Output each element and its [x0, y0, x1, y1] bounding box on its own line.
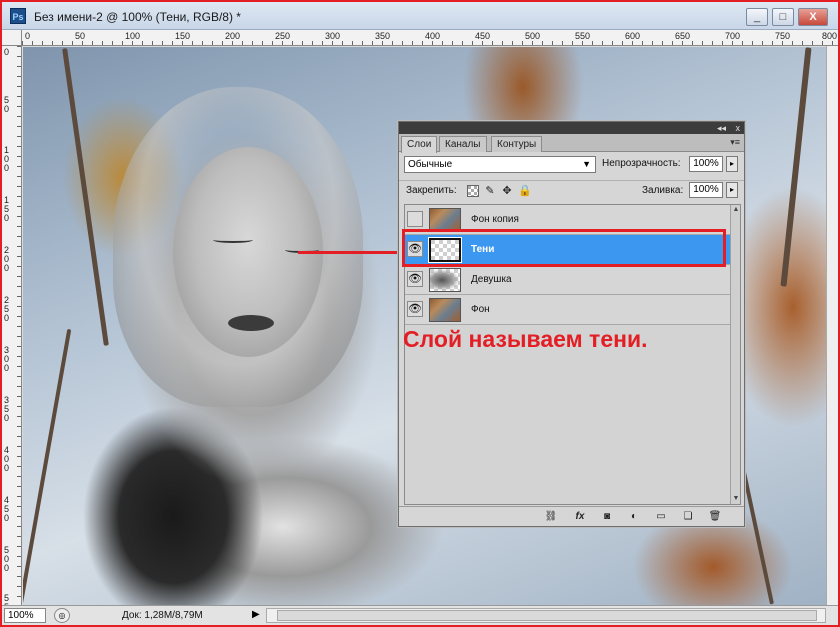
ruler-left-label: 350: [4, 395, 10, 423]
ruler-left-label: 50: [4, 95, 10, 114]
ruler-top[interactable]: 0 50 100 150 200 250 300 350 400 450 500…: [22, 30, 838, 46]
layer-name: Фон копия: [471, 214, 519, 225]
fx-icon[interactable]: fx: [571, 510, 589, 524]
blend-row: Обычные ▼ Непрозрачность: 100% ▸: [399, 154, 744, 176]
ruler-top-label: 550: [575, 31, 591, 41]
ruler-left-label: 150: [4, 195, 10, 223]
ruler-corner[interactable]: [2, 30, 22, 46]
ruler-top-label: 400: [425, 31, 441, 41]
layers-scrollbar[interactable]: ▲ ▼: [730, 205, 740, 504]
ruler-top-label: 250: [275, 31, 291, 41]
fill-slider-button[interactable]: ▸: [726, 182, 738, 198]
opacity-field[interactable]: 100%: [689, 156, 723, 172]
ruler-top-label: 800: [822, 31, 838, 41]
ruler-left-label: 450: [4, 495, 10, 523]
status-menu-arrow-icon[interactable]: ▶: [252, 609, 260, 620]
ruler-top-label: 450: [475, 31, 491, 41]
link-icon[interactable]: ⛓: [542, 510, 560, 524]
group-icon[interactable]: ▭: [652, 510, 670, 524]
scroll-down-icon[interactable]: ▼: [731, 494, 740, 504]
fill-field[interactable]: 100%: [689, 182, 723, 198]
collapse-icon[interactable]: ◂◂: [717, 122, 726, 134]
ruler-top-label: 100: [125, 31, 141, 41]
eye-image: [213, 237, 253, 243]
layer-thumbnail: [429, 268, 461, 292]
layer-name: Фон: [471, 304, 490, 315]
opacity-label: Непрозрачность:: [602, 158, 681, 169]
close-panel-icon[interactable]: x: [736, 122, 741, 134]
ruler-top-label: 200: [225, 31, 241, 41]
minimize-button[interactable]: _: [746, 8, 768, 26]
ruler-top-label: 50: [75, 31, 86, 41]
annotation-line: [298, 251, 406, 254]
new-layer-icon[interactable]: ❏: [679, 510, 697, 524]
ruler-left-label: 400: [4, 445, 10, 473]
zoom-field[interactable]: 100%: [4, 608, 46, 623]
panel-header[interactable]: ◂◂ x: [399, 122, 744, 134]
adjustment-icon[interactable]: ◐: [625, 510, 643, 524]
branch-image: [62, 48, 109, 346]
lock-transparency-icon[interactable]: [467, 185, 479, 197]
panel-footer: ⛓ fx ◙ ◐ ▭ ❏ 🗑: [399, 506, 744, 526]
layer-name: Девушка: [471, 274, 512, 285]
close-button[interactable]: X: [798, 8, 828, 26]
ruler-top-label: 300: [325, 31, 341, 41]
tab-paths[interactable]: Контуры: [491, 136, 543, 152]
ruler-left-label: 250: [4, 295, 10, 323]
scroll-thumb[interactable]: [277, 610, 817, 621]
blend-mode-value: Обычные: [408, 159, 453, 170]
panel-menu-icon[interactable]: ▾≡: [730, 137, 740, 148]
ruler-left-label: 100: [4, 145, 10, 173]
ruler-top-label: 150: [175, 31, 191, 41]
visibility-toggle[interactable]: [407, 211, 423, 227]
ruler-top-label: 700: [725, 31, 741, 41]
annotation-highlight-box: [402, 229, 726, 267]
ruler-top-label: 350: [375, 31, 391, 41]
tab-layers[interactable]: Слои: [401, 136, 438, 153]
opacity-slider-button[interactable]: ▸: [726, 156, 738, 172]
ruler-left-label: 500: [4, 545, 10, 573]
layer-row-fon[interactable]: 👁 Фон: [405, 295, 731, 325]
eye-icon[interactable]: 👁: [407, 301, 423, 317]
lock-row: Закрепить: ✎ ✥ 🔒 Заливка: 100% ▸: [399, 180, 744, 200]
lock-label: Закрепить:: [406, 185, 457, 196]
blend-mode-select[interactable]: Обычные ▼: [404, 156, 596, 173]
lock-all-icon[interactable]: 🔒: [518, 185, 532, 197]
ruler-left-label: 300: [4, 345, 10, 373]
lips-image: [228, 315, 274, 331]
lock-pixels-icon[interactable]: ✎: [484, 185, 496, 197]
mask-icon[interactable]: ◙: [598, 510, 616, 524]
layer-thumbnail: [429, 298, 461, 322]
vertical-scrollbar[interactable]: [826, 46, 838, 605]
horizontal-scrollbar[interactable]: [266, 608, 826, 623]
status-bar: 100% ◎ Док: 1,28M/8,79M ▶: [2, 605, 838, 625]
branch-image: [780, 47, 812, 287]
annotation-caption: Слой называем тени.: [403, 326, 648, 352]
tab-channels[interactable]: Каналы: [439, 136, 487, 152]
document-info: Док: 1,28M/8,79M: [122, 610, 203, 621]
ruler-top-label: 600: [625, 31, 641, 41]
trash-icon[interactable]: 🗑: [706, 510, 724, 524]
fill-label: Заливка:: [642, 185, 684, 196]
maximize-button[interactable]: □: [772, 8, 794, 26]
photoshop-icon: Ps: [10, 8, 26, 24]
lock-position-icon[interactable]: ✥: [501, 185, 513, 197]
ruler-top-label: 750: [775, 31, 791, 41]
ruler-top-label: 650: [675, 31, 691, 41]
scroll-up-icon[interactable]: ▲: [731, 205, 740, 215]
ruler-top-label: 500: [525, 31, 541, 41]
ruler-left-label: 200: [4, 245, 10, 273]
branch-image: [23, 328, 72, 605]
status-info-icon[interactable]: ◎: [54, 608, 70, 623]
ruler-left[interactable]: 0 50 100 150 200 250 300 350 400 450 500…: [2, 46, 22, 621]
ruler-left-label: 0: [4, 47, 10, 57]
panel-tabs: Слои Каналы Контуры ▾≡: [399, 134, 744, 153]
layer-row-devushka[interactable]: 👁 Девушка: [405, 265, 731, 295]
title-bar: Ps Без имени-2 @ 100% (Тени, RGB/8) * _ …: [2, 2, 838, 30]
eye-icon[interactable]: 👁: [407, 271, 423, 287]
chevron-down-icon: ▼: [582, 159, 591, 169]
ruler-top-label: 0: [25, 31, 31, 41]
layers-panel: ◂◂ x Слои Каналы Контуры ▾≡ Обычные ▼ Не…: [398, 121, 745, 527]
document-title: Без имени-2 @ 100% (Тени, RGB/8) *: [34, 10, 241, 24]
